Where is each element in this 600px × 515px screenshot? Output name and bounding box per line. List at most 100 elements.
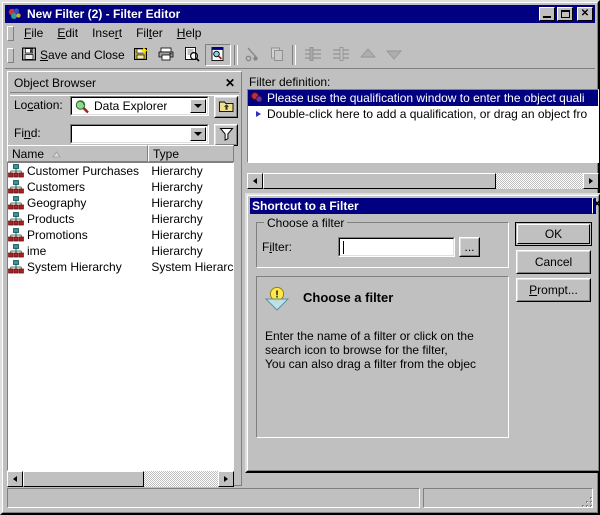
ok-button-label: OK <box>544 227 563 241</box>
printer-icon <box>157 46 175 65</box>
save-and-close-label: Save and Close <box>40 48 125 62</box>
print-preview-button[interactable] <box>179 44 205 66</box>
menu-filter[interactable]: Filter <box>129 25 170 41</box>
object-browser-title-bar: Object Browser ✕ <box>10 74 239 91</box>
up-one-level-button[interactable] <box>214 96 238 118</box>
location-row: Location: <box>14 98 63 112</box>
sort-ascending-icon <box>52 147 61 161</box>
list-item-name: Geography <box>27 196 87 210</box>
list-item-type: Hierarchy <box>151 212 203 226</box>
menu-insert[interactable]: Insert <box>85 25 129 41</box>
move-down-button[interactable] <box>381 44 407 66</box>
menubar-drag-handle[interactable] <box>7 25 14 41</box>
find-dropdown-arrow[interactable] <box>190 127 206 141</box>
ok-button[interactable]: OK <box>515 222 592 246</box>
filter-browse-button[interactable]: ... <box>459 237 480 257</box>
filter-definition-row-text: Please use the qualification window to e… <box>267 91 585 105</box>
copy-button[interactable] <box>265 44 289 66</box>
menu-help[interactable]: Help <box>170 25 209 41</box>
hierarchy-icon <box>8 164 24 178</box>
prompt-button[interactable]: Prompt... <box>516 278 591 302</box>
dialog-title: Shortcut to a Filter <box>252 199 359 213</box>
choose-filter-group-caption: Choose a filter <box>264 216 348 230</box>
prompt-button-label: Prompt... <box>529 283 578 297</box>
cut-button[interactable] <box>241 44 265 66</box>
column-header-name-label: Name <box>12 146 45 161</box>
list-item-type: Hierarchy <box>151 196 203 210</box>
status-pane-left <box>7 488 420 508</box>
list-item[interactable]: Promotions Hierarchy <box>8 227 233 243</box>
menu-edit[interactable]: Edit <box>50 25 85 41</box>
object-list-hscrollbar[interactable] <box>7 471 234 487</box>
up-one-level-icon <box>218 98 235 116</box>
chevron-down-icon <box>194 104 202 108</box>
cancel-button[interactable]: Cancel <box>516 250 591 274</box>
object-browser-close-button[interactable]: ✕ <box>225 76 235 90</box>
toolbar-separator-2 <box>291 45 296 65</box>
list-item[interactable]: System Hierarchy System Hierarc <box>8 259 233 275</box>
menu-file[interactable]: FFileile <box>17 25 50 41</box>
toolbar: Save and Close <box>5 42 595 69</box>
location-dropdown-arrow[interactable] <box>190 99 206 113</box>
group-button[interactable] <box>299 44 327 66</box>
list-item-name: Customers <box>27 180 86 194</box>
help-line: You can also drag a filter from the obje… <box>265 357 477 371</box>
column-header-type[interactable]: Type <box>148 145 234 162</box>
filter-definition-row[interactable]: Double-click here to add a qualification… <box>248 106 598 122</box>
scroll-left-button[interactable] <box>247 173 263 189</box>
list-item[interactable]: Customer Purchases Hierarchy <box>8 163 233 179</box>
close-button[interactable]: ✕ <box>577 7 593 21</box>
scroll-thumb[interactable] <box>263 173 496 189</box>
funnel-icon <box>218 126 235 144</box>
scroll-thumb[interactable] <box>23 471 144 487</box>
list-item[interactable]: Geography Hierarchy <box>8 195 233 211</box>
list-item[interactable]: ime Hierarchy <box>8 243 233 259</box>
print-button[interactable] <box>153 44 179 66</box>
arrow-down-icon <box>385 46 403 65</box>
save-and-close-button[interactable]: Save and Close <box>17 44 129 66</box>
scroll-right-button[interactable] <box>583 173 599 189</box>
column-header-name[interactable]: Name <box>7 145 148 162</box>
list-item-name: Products <box>27 212 75 226</box>
object-browser-toggle-button[interactable] <box>204 44 231 66</box>
object-list[interactable]: Customer Purchases Hierarchy Customers Hier… <box>7 162 234 471</box>
ungroup-button[interactable] <box>327 44 355 66</box>
find-combobox[interactable] <box>70 124 209 144</box>
help-line: Enter the name of a filter or click on t… <box>265 329 474 343</box>
ungroup-icon <box>331 46 351 65</box>
dialog-close-button[interactable]: ✕ <box>592 198 600 214</box>
ellipsis-icon: ... <box>464 240 475 254</box>
filter-input[interactable] <box>338 237 455 257</box>
svg-text:!: ! <box>275 290 278 301</box>
filter-editor-icon <box>7 7 23 21</box>
hierarchy-icon <box>8 196 24 210</box>
find-filter-button[interactable] <box>214 124 238 146</box>
scroll-right-button[interactable] <box>218 471 234 487</box>
save-as-button[interactable] <box>129 44 153 66</box>
floppy-disk-icon <box>21 46 37 65</box>
location-combobox[interactable]: Data Explorer <box>70 96 209 116</box>
filter-field-label: Filter: <box>262 240 293 254</box>
filter-definition-row[interactable]: Please use the qualification window to e… <box>248 90 598 106</box>
minimize-button[interactable] <box>539 7 555 21</box>
menu-bar: FFileile Edit Insert Filter Help <box>5 24 595 42</box>
location-label: Location: <box>14 98 63 112</box>
find-row: Find: <box>14 126 41 140</box>
filter-definition-hscrollbar[interactable] <box>247 173 599 189</box>
scroll-track[interactable] <box>23 471 218 487</box>
object-list-header: Name Type <box>7 145 234 162</box>
triangle-right-icon <box>224 476 228 482</box>
data-explorer-icon <box>74 99 91 114</box>
toolbar-drag-handle[interactable] <box>7 47 14 63</box>
list-item[interactable]: Products Hierarchy <box>8 211 233 227</box>
scroll-left-button[interactable] <box>7 471 23 487</box>
list-item-name: System Hierarchy <box>27 260 122 274</box>
list-item[interactable]: Customers Hierarchy <box>8 179 233 195</box>
maximize-button[interactable] <box>557 7 573 21</box>
move-up-button[interactable] <box>355 44 381 66</box>
hierarchy-icon <box>8 228 24 242</box>
resize-grip-icon[interactable] <box>580 495 594 509</box>
scroll-track[interactable] <box>263 173 583 189</box>
find-label: Find: <box>14 126 41 140</box>
filter-definition-list[interactable]: Please use the qualification window to e… <box>247 89 599 163</box>
